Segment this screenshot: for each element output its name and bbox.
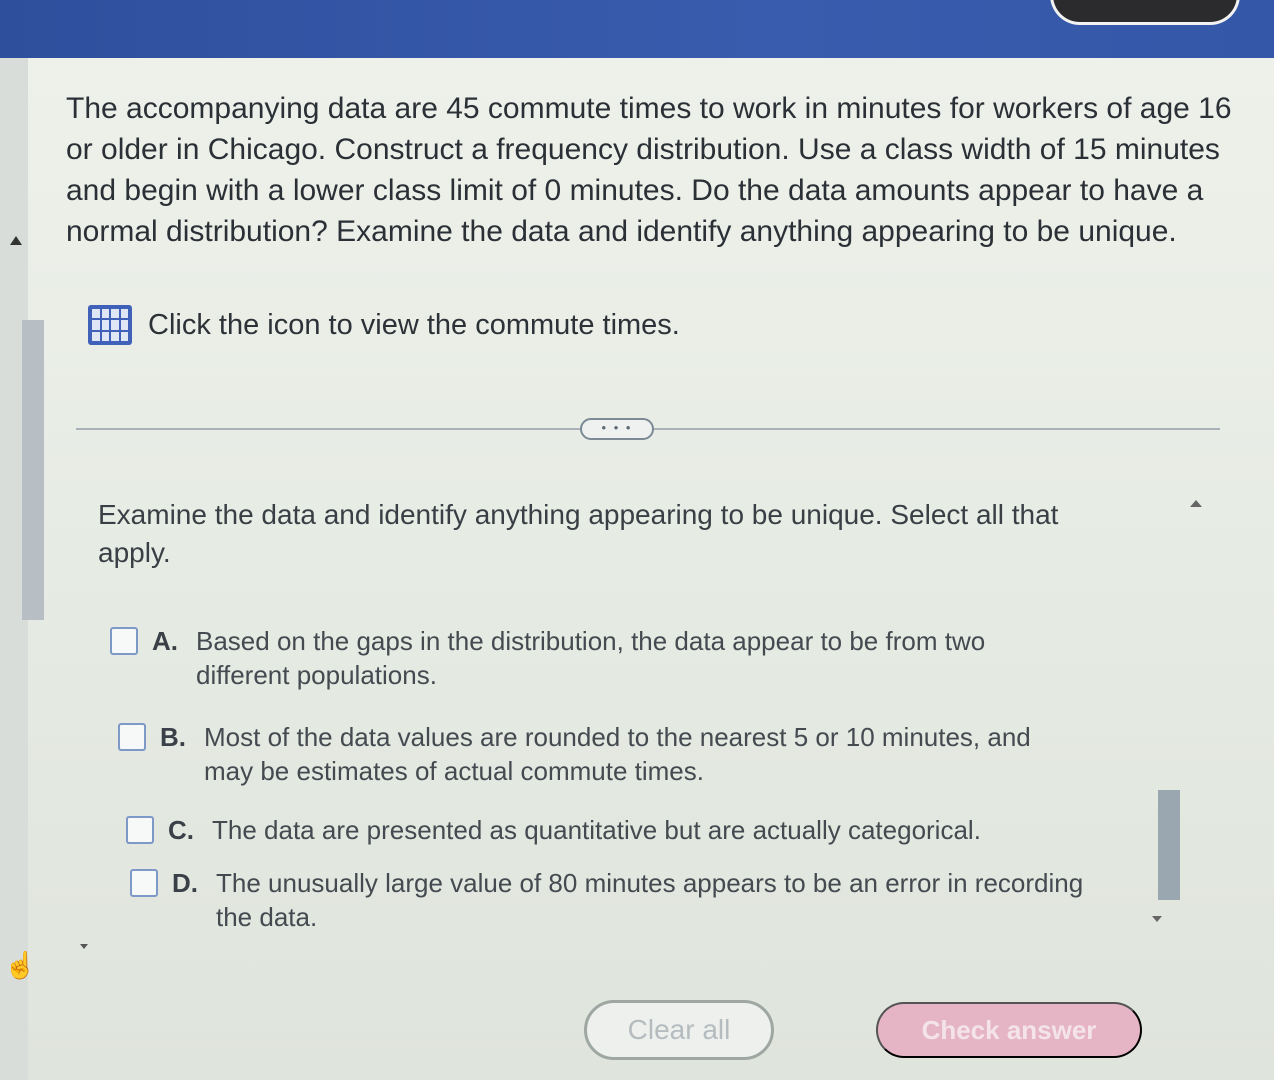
question-text: The accompanying data are 45 commute tim… bbox=[66, 92, 1232, 248]
option-a-text[interactable]: Based on the gaps in the distribution, t… bbox=[196, 624, 1076, 692]
sub-question-text: Examine the data and identify anything a… bbox=[98, 499, 1059, 568]
data-link-label[interactable]: Click the icon to view the commute times… bbox=[148, 309, 680, 342]
scroll-down-left-icon[interactable] bbox=[80, 944, 88, 949]
option-b-letter: B. bbox=[160, 722, 186, 752]
option-c[interactable]: C. The data are presented as quantitativ… bbox=[126, 813, 1092, 847]
option-d-letter: D. bbox=[172, 868, 198, 898]
option-b[interactable]: B. Most of the data values are rounded t… bbox=[118, 720, 1084, 788]
checkbox-c[interactable] bbox=[126, 816, 154, 844]
left-scrollbar[interactable] bbox=[22, 320, 44, 620]
scroll-up-icon[interactable] bbox=[1190, 500, 1202, 507]
header-pill-button[interactable] bbox=[1050, 0, 1240, 25]
scroll-down-icon[interactable] bbox=[1152, 916, 1162, 922]
checkbox-b[interactable] bbox=[118, 723, 146, 751]
option-c-text[interactable]: The data are presented as quantitative b… bbox=[212, 813, 1092, 847]
scroll-up-arrow-icon[interactable] bbox=[10, 236, 22, 245]
option-a[interactable]: A. Based on the gaps in the distribution… bbox=[110, 624, 1076, 692]
option-d[interactable]: D. The unusually large value of 80 minut… bbox=[130, 866, 1096, 934]
option-d-text[interactable]: The unusually large value of 80 minutes … bbox=[216, 866, 1096, 934]
grid-data-icon[interactable] bbox=[88, 305, 132, 345]
check-answer-button[interactable]: Check answer bbox=[876, 1002, 1142, 1058]
option-b-text[interactable]: Most of the data values are rounded to t… bbox=[204, 720, 1084, 788]
data-link[interactable]: Click the icon to view the commute times… bbox=[88, 305, 680, 345]
expand-button[interactable]: • • • bbox=[580, 418, 654, 440]
checkbox-d[interactable] bbox=[130, 869, 158, 897]
option-c-letter: C. bbox=[168, 815, 194, 845]
right-scrollbar-thumb[interactable] bbox=[1158, 790, 1180, 900]
hand-cursor-icon: ☝ bbox=[4, 950, 37, 980]
clear-all-button[interactable]: Clear all bbox=[584, 1000, 774, 1060]
option-a-letter: A. bbox=[152, 626, 178, 656]
checkbox-a[interactable] bbox=[110, 627, 138, 655]
